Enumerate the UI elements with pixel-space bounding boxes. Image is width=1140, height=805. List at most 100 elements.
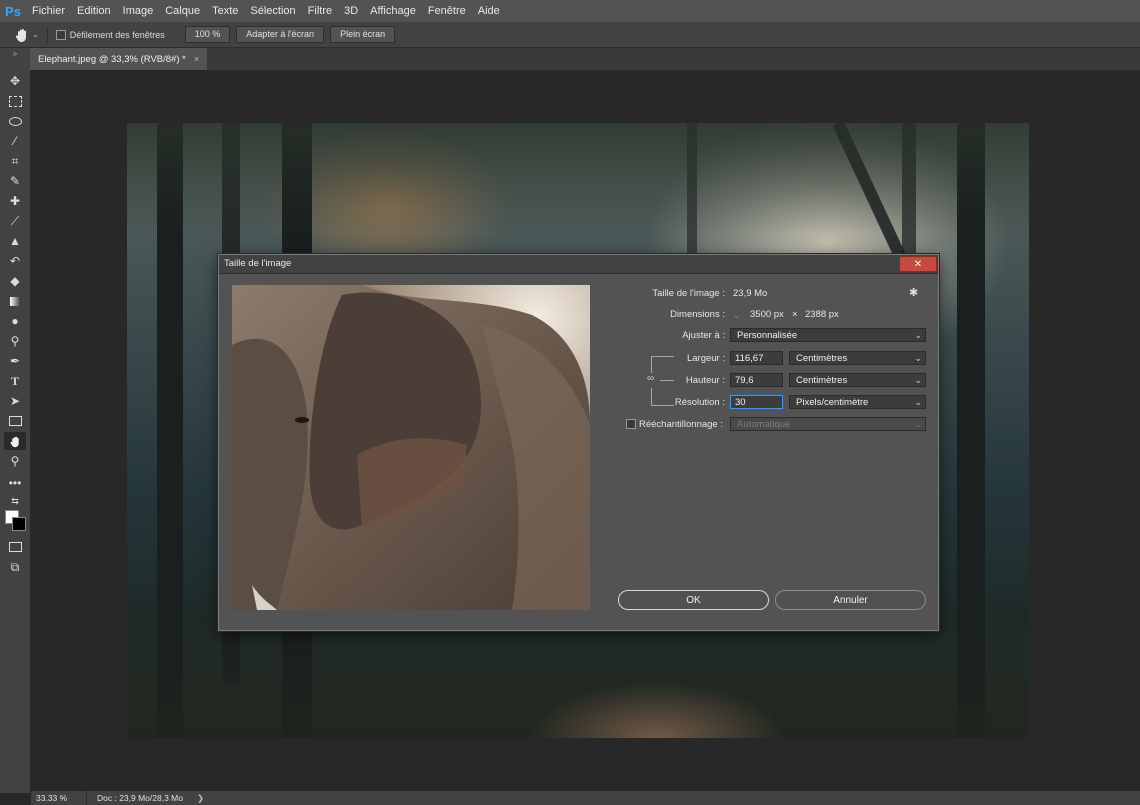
magic-wand-tool-icon[interactable]: ⁄ bbox=[4, 132, 26, 150]
background-color-swatch[interactable] bbox=[12, 517, 26, 531]
chevron-down-icon: ⌄ bbox=[914, 419, 922, 429]
close-tab-icon[interactable]: × bbox=[194, 54, 199, 64]
brush-tool-icon[interactable]: ⟋ bbox=[4, 212, 26, 230]
image-size-dialog: Taille de l'image ✕ ✱ Taille de l'image … bbox=[218, 254, 939, 631]
menu-selection[interactable]: Sélection bbox=[244, 0, 301, 22]
menu-calque[interactable]: Calque bbox=[159, 0, 206, 22]
width-unit-dropdown[interactable]: Centimètres ⌄ bbox=[789, 351, 926, 365]
chevron-down-icon: ⌄ bbox=[914, 330, 922, 340]
document-tab-label: Elephant.jpeg @ 33,3% (RVB/8#) * bbox=[38, 53, 186, 65]
width-input[interactable]: 116,67 bbox=[730, 351, 783, 365]
menu-fichier[interactable]: Fichier bbox=[26, 0, 71, 22]
tools-panel: » ✥ ⁄ ⌗ ✎ ✚ ⟋ ▲ ↶ ◆ ● ⚲ ✒ T ➤ ⚲ ••• ⇆ ⧉ bbox=[0, 48, 31, 793]
elephant-preview-image bbox=[232, 285, 590, 610]
screen-mode-icon[interactable]: ⧉ bbox=[4, 558, 26, 576]
rectangle-tool-icon[interactable] bbox=[4, 412, 26, 430]
resolution-unit-dropdown[interactable]: Pixels/centimètre ⌄ bbox=[789, 395, 926, 409]
dimensions-width: 3500 px bbox=[750, 309, 784, 320]
checkbox-box[interactable] bbox=[55, 29, 66, 40]
height-unit-dropdown[interactable]: Centimètres ⌄ bbox=[789, 373, 926, 387]
resolution-unit-value: Pixels/centimètre bbox=[796, 397, 869, 408]
swap-colors-icon[interactable]: ⇆ bbox=[4, 492, 26, 510]
cancel-button[interactable]: Annuler bbox=[775, 590, 926, 610]
path-selection-tool-icon[interactable]: ➤ bbox=[4, 392, 26, 410]
image-preview[interactable] bbox=[232, 285, 590, 610]
link-chain-icon[interactable]: ∞ bbox=[647, 373, 655, 384]
zoom-100-button[interactable]: 100 % bbox=[184, 26, 231, 43]
fill-screen-button[interactable]: Plein écran bbox=[330, 26, 396, 43]
resample-dropdown: Automatique ⌄ bbox=[730, 417, 926, 431]
eyedropper-tool-icon[interactable]: ✎ bbox=[4, 172, 26, 190]
height-unit-value: Centimètres bbox=[796, 375, 848, 386]
zoom-tool-icon[interactable]: ⚲ bbox=[4, 452, 26, 470]
menu-fenetre[interactable]: Fenêtre bbox=[422, 0, 472, 22]
fit-to-label: Ajuster à : bbox=[682, 330, 725, 341]
close-dialog-button[interactable]: ✕ bbox=[899, 256, 937, 272]
options-bar: ⌄ Défilement des fenêtres 100 % Adapter … bbox=[0, 22, 1140, 48]
collapse-arrows-icon[interactable]: » bbox=[4, 48, 26, 58]
image-size-value: 23,9 Mo bbox=[733, 288, 768, 299]
resolution-input[interactable]: 30 bbox=[730, 395, 783, 409]
lasso-tool-icon[interactable] bbox=[4, 112, 26, 130]
document-tab-bar: Elephant.jpeg @ 33,3% (RVB/8#) * × bbox=[30, 48, 1140, 70]
hand-tool-icon[interactable] bbox=[4, 432, 26, 450]
resample-label: Rééchantillonnage : bbox=[639, 419, 723, 430]
divider bbox=[86, 791, 87, 805]
more-tools-icon[interactable]: ••• bbox=[4, 474, 26, 492]
chevron-down-icon[interactable]: ⌄ bbox=[32, 30, 39, 39]
crop-tool-icon[interactable]: ⌗ bbox=[4, 152, 26, 170]
resolution-label: Résolution : bbox=[674, 397, 725, 408]
image-size-label: Taille de l'image : bbox=[652, 288, 725, 299]
resample-checkbox[interactable] bbox=[626, 419, 636, 429]
status-bar: 33.33 % Doc : 23,9 Mo/28,3 Mo ❯ bbox=[31, 791, 1140, 805]
scroll-all-windows-checkbox[interactable]: Défilement des fenêtres bbox=[55, 29, 165, 40]
menu-affichage[interactable]: Affichage bbox=[364, 0, 422, 22]
dialog-title: Taille de l'image bbox=[224, 258, 292, 269]
ok-button[interactable]: OK bbox=[618, 590, 769, 610]
fit-to-value: Personnalisée bbox=[737, 330, 798, 341]
hand-icon[interactable] bbox=[14, 27, 30, 43]
dimensions-times: × bbox=[792, 309, 798, 320]
marquee-tool-icon[interactable] bbox=[4, 92, 26, 110]
history-brush-tool-icon[interactable]: ↶ bbox=[4, 252, 26, 270]
dodge-tool-icon[interactable]: ⚲ bbox=[4, 332, 26, 350]
blur-tool-icon[interactable]: ● bbox=[4, 312, 26, 330]
gear-icon[interactable]: ✱ bbox=[909, 286, 918, 299]
document-size-info: Doc : 23,9 Mo/28,3 Mo bbox=[97, 793, 183, 803]
photoshop-logo: Ps bbox=[5, 3, 21, 19]
menu-3d[interactable]: 3D bbox=[338, 0, 364, 22]
document-tab[interactable]: Elephant.jpeg @ 33,3% (RVB/8#) * × bbox=[30, 48, 208, 70]
dimensions-chevron-icon[interactable]: ⌄ bbox=[733, 311, 740, 320]
menu-texte[interactable]: Texte bbox=[206, 0, 244, 22]
healing-brush-tool-icon[interactable]: ✚ bbox=[4, 192, 26, 210]
type-tool-icon[interactable]: T bbox=[4, 372, 26, 390]
width-unit-value: Centimètres bbox=[796, 353, 848, 364]
menu-bar: Ps Fichier Edition Image Calque Texte Sé… bbox=[0, 0, 1140, 22]
move-tool-icon[interactable]: ✥ bbox=[4, 72, 26, 90]
quick-mask-icon[interactable] bbox=[4, 538, 26, 556]
menu-edition[interactable]: Edition bbox=[71, 0, 117, 22]
divider bbox=[46, 26, 48, 43]
menu-filtre[interactable]: Filtre bbox=[302, 0, 338, 22]
chevron-down-icon: ⌄ bbox=[914, 375, 922, 385]
resample-value: Automatique bbox=[737, 419, 791, 430]
scroll-all-windows-label: Défilement des fenêtres bbox=[69, 29, 165, 40]
fit-to-dropdown[interactable]: Personnalisée ⌄ bbox=[730, 328, 926, 342]
gradient-tool-icon[interactable] bbox=[4, 292, 26, 310]
width-label: Largeur : bbox=[686, 353, 725, 364]
height-label: Hauteur : bbox=[685, 375, 725, 386]
fit-screen-button[interactable]: Adapter à l'écran bbox=[236, 26, 325, 43]
pen-tool-icon[interactable]: ✒ bbox=[4, 352, 26, 370]
status-arrow-icon[interactable]: ❯ bbox=[197, 793, 204, 804]
menu-aide[interactable]: Aide bbox=[472, 0, 506, 22]
dialog-title-bar[interactable]: Taille de l'image ✕ bbox=[219, 255, 938, 274]
eraser-tool-icon[interactable]: ◆ bbox=[4, 272, 26, 290]
height-input[interactable]: 79,6 bbox=[730, 373, 783, 387]
chevron-down-icon: ⌄ bbox=[914, 353, 922, 363]
zoom-level[interactable]: 33.33 % bbox=[36, 793, 86, 803]
dimensions-height: 2388 px bbox=[805, 309, 839, 320]
menu-image[interactable]: Image bbox=[117, 0, 160, 22]
chevron-down-icon: ⌄ bbox=[914, 397, 922, 407]
dimensions-label: Dimensions : bbox=[670, 309, 725, 320]
stamp-tool-icon[interactable]: ▲ bbox=[4, 232, 26, 250]
